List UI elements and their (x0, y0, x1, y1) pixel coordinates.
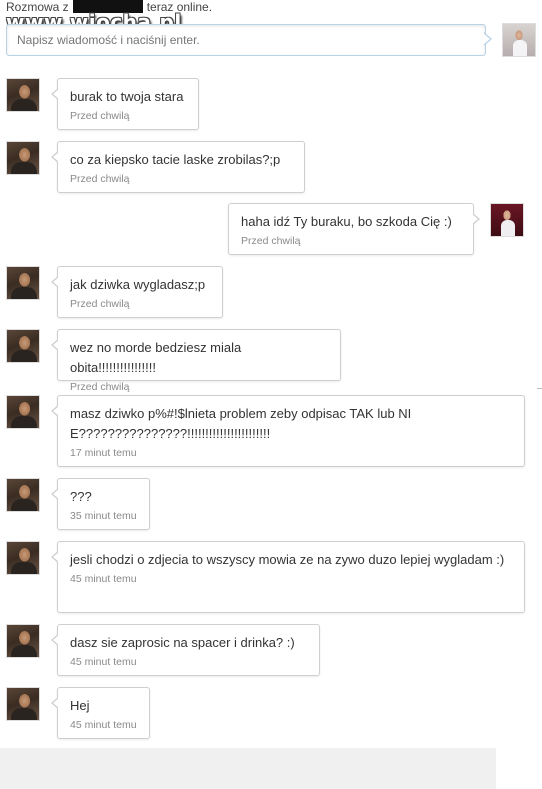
message-time: Przed chwilą (70, 173, 130, 185)
message-bubble: haha idź Ty buraku, bo szkoda Cię :) Prz… (228, 203, 480, 255)
header-status: teraz online. (146, 0, 213, 14)
message-text: Hej (70, 698, 90, 713)
message-bubble: wez no morde bedziesz miala obita!!!!!!!… (51, 329, 341, 393)
message-bubble: masz dziwko p%#!$lnieta problem zeby odp… (51, 395, 525, 467)
header-prefix: Rozmowa z (6, 0, 69, 14)
chat-header: Rozmowa z teraz online. (6, 0, 212, 14)
contact-avatar[interactable] (6, 78, 40, 112)
chat-footer (0, 748, 496, 789)
message-time: 17 minut temu (70, 447, 137, 459)
message-bubble: Hej 45 minut temu (51, 687, 150, 739)
contact-avatar[interactable] (6, 478, 40, 512)
message-bubble: dasz sie zaprosic na spacer i drinka? :)… (51, 624, 320, 676)
contact-avatar[interactable] (6, 541, 40, 575)
message-time: Przed chwilą (70, 110, 130, 122)
message-bubble: burak to twoja stara Przed chwilą (51, 78, 199, 130)
message-time: 45 minut temu (70, 656, 137, 668)
message-bubble: jesli chodzi o zdjecia to wszyscy mowia … (51, 541, 525, 613)
message-time: 45 minut temu (70, 719, 137, 731)
contact-avatar[interactable] (6, 266, 40, 300)
message-time: Przed chwilą (70, 298, 130, 310)
divider (537, 388, 542, 389)
message-text: haha idź Ty buraku, bo szkoda Cię :) (241, 214, 452, 229)
message-time: Przed chwilą (70, 381, 130, 393)
message-text: burak to twoja stara (70, 89, 184, 104)
contact-avatar[interactable] (6, 687, 40, 721)
contact-avatar[interactable] (6, 395, 40, 429)
message-text: dasz sie zaprosic na spacer i drinka? :) (70, 635, 295, 650)
message-text: wez no morde bedziesz miala obita!!!!!!!… (70, 340, 242, 375)
message-text: jesli chodzi o zdjecia to wszyscy mowia … (70, 552, 505, 567)
message-text: co za kiepsko tacie laske zrobilas?;p (70, 152, 281, 167)
redacted-username (72, 0, 143, 13)
message-time: 45 minut temu (70, 573, 137, 585)
message-compose-box[interactable] (6, 24, 486, 56)
message-text: ??? (70, 489, 92, 504)
message-time: 35 minut temu (70, 510, 137, 522)
message-time: Przed chwilą (241, 235, 301, 247)
own-avatar[interactable] (502, 23, 536, 57)
message-text: masz dziwko p%#!$lnieta problem zeby odp… (70, 406, 412, 441)
contact-avatar[interactable] (6, 624, 40, 658)
own-avatar[interactable] (490, 203, 524, 237)
message-text: jak dziwka wygladasz;p (70, 277, 206, 292)
message-bubble: co za kiepsko tacie laske zrobilas?;p Pr… (51, 141, 305, 193)
message-input[interactable] (7, 25, 485, 55)
contact-avatar[interactable] (6, 141, 40, 175)
compose-pointer (483, 32, 492, 46)
contact-avatar[interactable] (6, 329, 40, 363)
message-bubble: jak dziwka wygladasz;p Przed chwilą (51, 266, 223, 318)
message-bubble: ??? 35 minut temu (51, 478, 150, 530)
